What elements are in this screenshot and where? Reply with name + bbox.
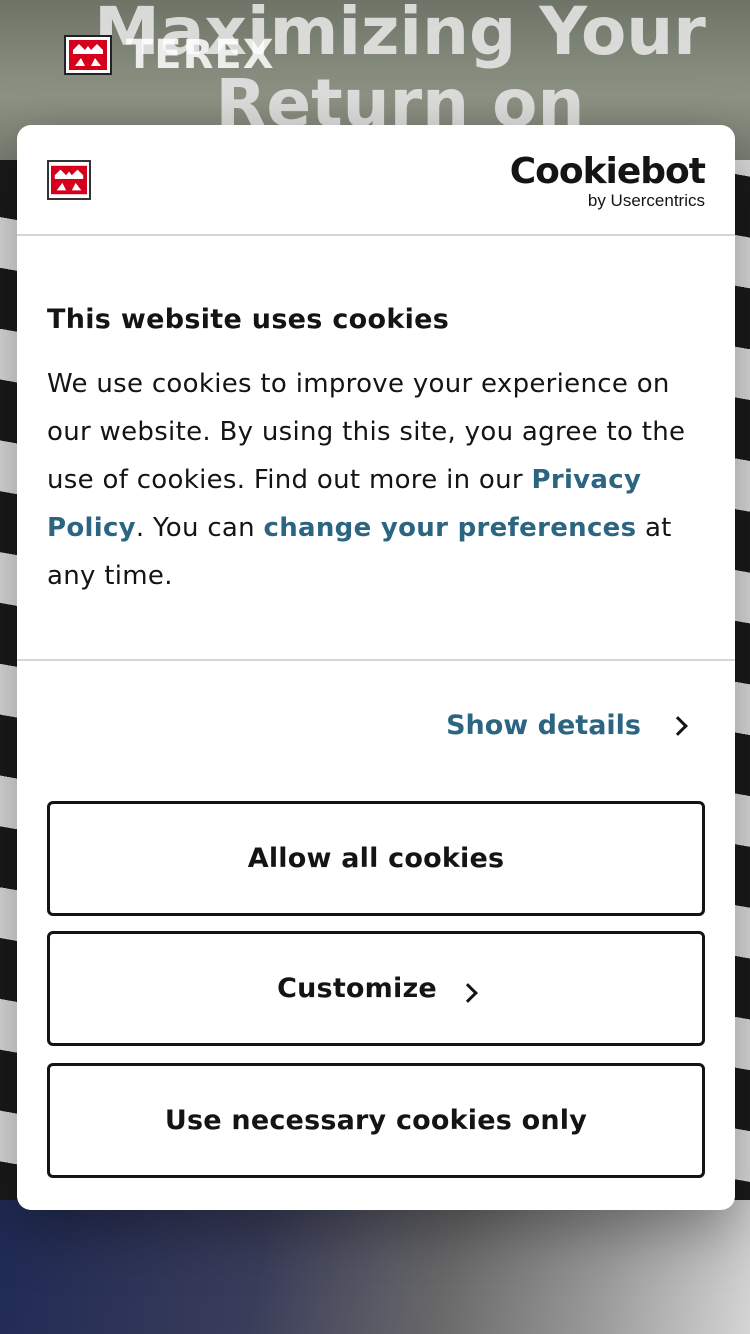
cookiebot-logo[interactable]: Cookiebot by Usercentrics: [509, 151, 706, 211]
customize-label: Customize: [277, 973, 437, 1004]
terex-crown-icon: [64, 35, 112, 75]
show-details-link[interactable]: Show details: [446, 710, 688, 741]
change-preferences-link[interactable]: change your preferences: [264, 513, 637, 543]
allow-all-cookies-label: Allow all cookies: [247, 843, 505, 874]
footer-background: [0, 1200, 750, 1334]
cookiebot-logo-subtext: by Usercentrics: [587, 191, 705, 210]
allow-all-cookies-button[interactable]: Allow all cookies: [47, 801, 705, 916]
dialog-description: We use cookies to improve your experienc…: [47, 360, 705, 600]
cookiebot-logo-text: Cookiebot: [509, 151, 706, 192]
site-logo[interactable]: TEREX: [64, 32, 275, 78]
necessary-cookies-only-button[interactable]: Use necessary cookies only: [47, 1063, 705, 1178]
customize-button[interactable]: Customize: [47, 931, 705, 1046]
site-logo-text: TEREX: [126, 32, 275, 78]
chevron-right-icon: [668, 715, 688, 736]
terex-crown-icon: [47, 160, 91, 200]
chevron-right-icon: [457, 982, 478, 1003]
dialog-body: This website uses cookies We use cookies…: [17, 236, 735, 661]
dialog-text-part2: . You can: [135, 513, 264, 543]
cookie-consent-dialog: Cookiebot by Usercentrics This website u…: [17, 125, 735, 1210]
dialog-header: Cookiebot by Usercentrics: [17, 125, 735, 236]
necessary-cookies-only-label: Use necessary cookies only: [164, 1105, 588, 1136]
show-details-label: Show details: [446, 710, 641, 741]
dialog-title: This website uses cookies: [47, 304, 450, 335]
